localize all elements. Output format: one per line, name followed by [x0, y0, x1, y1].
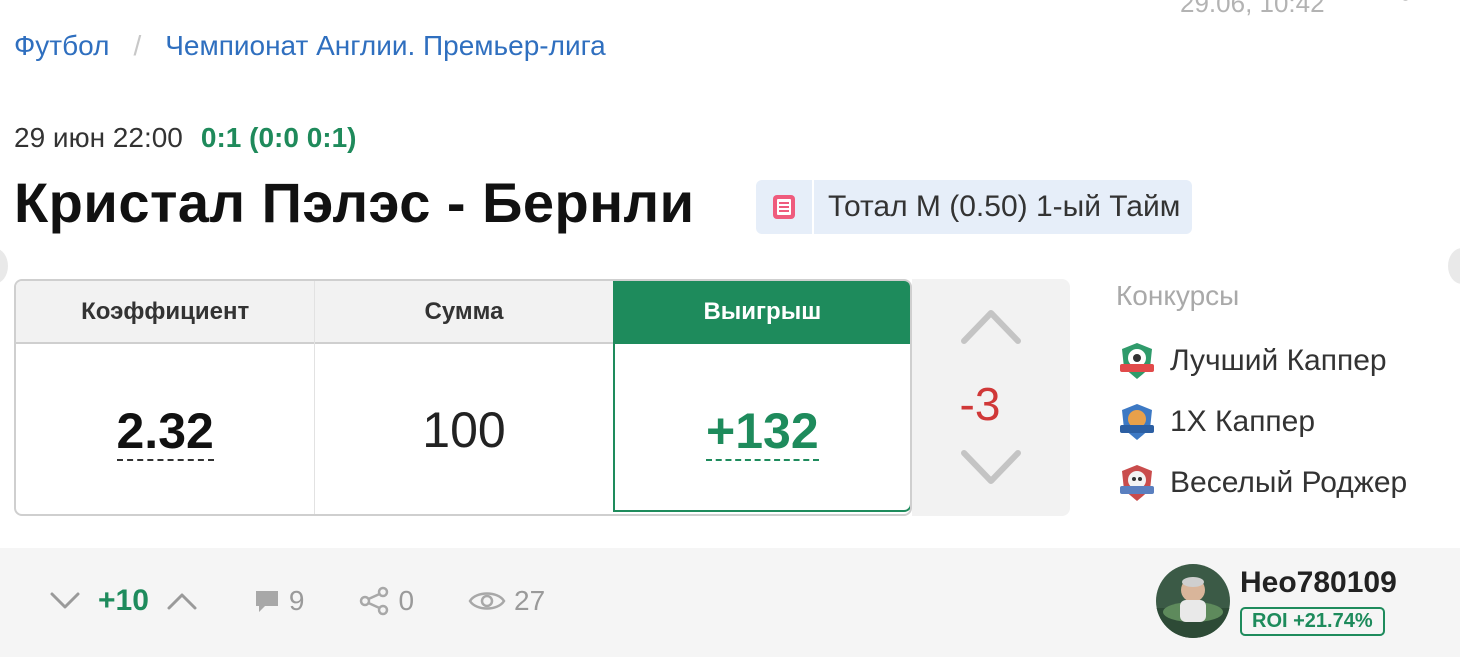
- roi-badge: ROI +21.74%: [1240, 607, 1385, 636]
- 1x-capper-badge-icon: [1120, 403, 1154, 440]
- bet-summary-table: Коэффициент 2.32 Сумма 100 Выигрыш +132: [14, 279, 912, 516]
- downvote-chevron-icon[interactable]: [960, 449, 1022, 492]
- breadcrumb-sport-link[interactable]: Футбол: [14, 30, 109, 62]
- comment-icon: [255, 591, 278, 612]
- bet-type-tag: Тотал М (0.50) 1-ый Тайм: [756, 180, 1193, 234]
- amount-header: Сумма: [315, 281, 613, 344]
- jolly-roger-badge-icon: [1120, 464, 1154, 501]
- views-stat: 27: [468, 585, 545, 617]
- next-slide-handle[interactable]: [1448, 248, 1460, 284]
- shares-stat[interactable]: 0: [358, 585, 414, 617]
- bet-type-label: Тотал М (0.50) 1-ый Тайм: [828, 190, 1181, 223]
- breadcrumb-separator: /: [133, 30, 142, 61]
- odds-column: Коэффициент 2.32: [16, 281, 316, 514]
- upvote-chevron-icon[interactable]: [960, 307, 1022, 350]
- list-icon: [756, 180, 814, 234]
- post-stats: +10 9 0 27: [48, 584, 545, 618]
- contest-item[interactable]: 1X Каппер: [1116, 391, 1407, 452]
- contest-label: Веселый Роджер: [1170, 465, 1408, 499]
- kebab-icon[interactable]: [1398, 0, 1412, 20]
- match-title[interactable]: Кристал Пэлэс - Бернли: [14, 170, 695, 235]
- eye-icon: [468, 592, 506, 610]
- post-timestamp: 29.06, 10:42: [1180, 0, 1325, 18]
- amount-column: Сумма 100: [315, 281, 613, 514]
- contest-label: 1X Каппер: [1170, 404, 1316, 438]
- prev-slide-handle[interactable]: [0, 248, 8, 284]
- amount-value: 100: [422, 402, 506, 458]
- breadcrumb: Футбол / Чемпионат Англии. Премьер-лига: [14, 30, 606, 62]
- odds-value[interactable]: 2.32: [116, 400, 214, 461]
- match-score: 0:1 (0:0 0:1): [200, 122, 357, 153]
- win-value[interactable]: +132: [706, 400, 819, 461]
- win-column: Выигрыш +132: [612, 281, 910, 512]
- karma-up-chevron-icon[interactable]: [165, 584, 199, 618]
- post-footer: +10 9 0 27 Нео780109 ROI +21.74%: [0, 548, 1460, 657]
- rating-value: -3: [959, 378, 1001, 430]
- author-name[interactable]: Нео780109: [1240, 566, 1397, 599]
- odds-header: Коэффициент: [16, 281, 315, 344]
- contests-title: Конкурсы: [1116, 280, 1240, 311]
- comments-stat[interactable]: 9: [253, 585, 305, 617]
- shares-count: 0: [398, 585, 415, 616]
- author-block[interactable]: Нео780109 ROI +21.74%: [1156, 564, 1397, 638]
- match-dateline: 29 июн 22:00 0:1 (0:0 0:1): [14, 122, 357, 154]
- karma-down-chevron-icon[interactable]: [48, 584, 82, 618]
- win-header: Выигрыш: [614, 281, 910, 344]
- comments-count: 9: [288, 585, 305, 616]
- breadcrumb-league-link[interactable]: Чемпионат Англии. Премьер-лига: [165, 30, 606, 62]
- share-icon: [360, 586, 389, 616]
- contest-item[interactable]: Лучший Каппер: [1116, 330, 1407, 391]
- contest-item[interactable]: Веселый Роджер: [1116, 452, 1407, 513]
- rating-panel: -3: [912, 279, 1070, 516]
- contest-label: Лучший Каппер: [1170, 343, 1387, 377]
- views-count: 27: [514, 585, 546, 616]
- contests-panel: Конкурсы Лучший Каппер 1X Каппер Веселый…: [1116, 280, 1407, 513]
- best-capper-badge-icon: [1120, 342, 1154, 379]
- avatar[interactable]: [1156, 564, 1230, 638]
- match-datetime: 29 июн 22:00: [14, 122, 183, 153]
- author-info: Нео780109 ROI +21.74%: [1240, 564, 1397, 636]
- karma-value: +10: [98, 584, 149, 617]
